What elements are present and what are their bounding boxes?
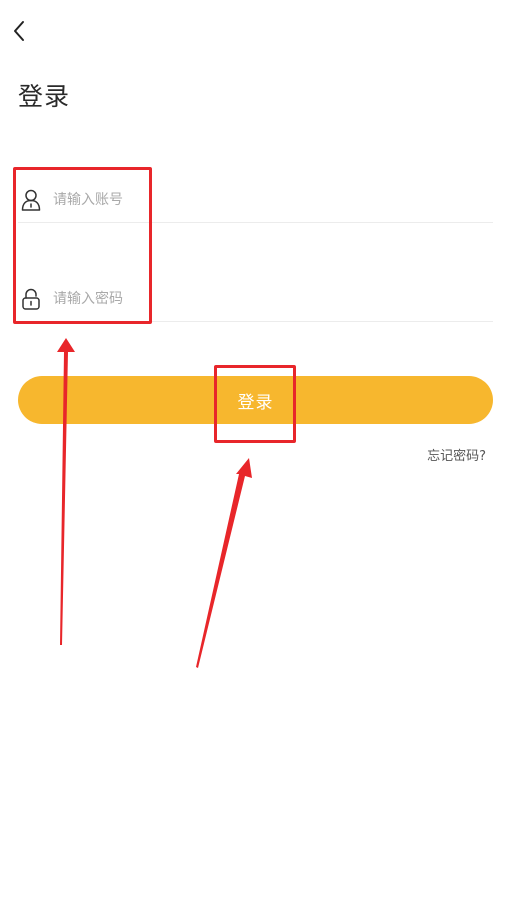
user-icon (20, 188, 42, 212)
account-input[interactable] (53, 185, 453, 215)
password-input[interactable] (53, 284, 453, 314)
back-button[interactable] (6, 16, 32, 46)
password-field[interactable] (18, 277, 493, 322)
account-field[interactable] (18, 178, 493, 223)
forgot-password-link[interactable]: 忘记密码? (427, 445, 486, 464)
annotation-arrow-login (196, 458, 252, 668)
page-title: 登录 (18, 82, 71, 111)
lock-icon (20, 287, 42, 311)
login-button[interactable]: 登录 (18, 376, 493, 424)
chevron-left-icon (14, 21, 24, 41)
